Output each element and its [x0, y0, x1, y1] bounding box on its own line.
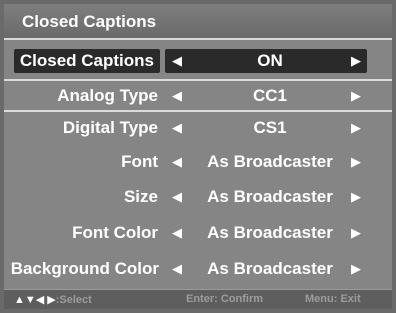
- row-label: Size: [123, 187, 158, 206]
- row-value: CC1: [252, 86, 287, 105]
- arrow-right-icon[interactable]: ▶: [351, 119, 361, 137]
- nav-arrows-icon: ▲▼◀ ▶: [14, 294, 56, 306]
- menu-row-analog-type[interactable]: Analog Type ◀ CC1 ▶: [4, 81, 392, 111]
- row-label: Font: [121, 152, 158, 171]
- row-value: As Broadcaster: [207, 187, 333, 206]
- row-value: As Broadcaster: [207, 223, 333, 242]
- confirm-hint: Enter: Confirm: [186, 293, 263, 305]
- row-value: As Broadcaster: [207, 152, 333, 171]
- menu-row-font-color[interactable]: Font Color ◀ As Broadcaster ▶: [4, 218, 392, 248]
- arrow-right-icon[interactable]: ▶: [351, 224, 361, 242]
- row-value: CS1: [253, 118, 287, 137]
- menu-row-font[interactable]: Font ◀ As Broadcaster ▶: [4, 147, 392, 177]
- row-value: As Broadcaster: [207, 259, 333, 278]
- arrow-left-icon[interactable]: ◀: [172, 260, 182, 278]
- menu-row-background-color[interactable]: Background Color ◀ As Broadcaster ▶: [4, 254, 392, 284]
- menu-row-closed-captions[interactable]: Closed Captions ◀ ON ▶: [4, 46, 392, 76]
- select-hint: ▲▼◀ ▶:Select: [14, 293, 92, 306]
- arrow-left-icon[interactable]: ◀: [172, 224, 182, 242]
- arrow-right-icon[interactable]: ▶: [351, 87, 361, 105]
- row-label: Digital Type: [62, 118, 158, 137]
- row-label: Font Color: [72, 223, 158, 242]
- footer-hints: ▲▼◀ ▶:Select Enter: Confirm Menu: Exit: [4, 289, 392, 309]
- row-label: Closed Captions: [13, 49, 160, 73]
- menu-title: Closed Captions: [22, 12, 157, 31]
- exit-hint: Menu: Exit: [305, 293, 361, 305]
- row-label: Background Color: [10, 259, 159, 278]
- arrow-right-icon[interactable]: ▶: [351, 260, 361, 278]
- arrow-left-icon[interactable]: ◀: [172, 119, 182, 137]
- arrow-left-icon[interactable]: ◀: [172, 188, 182, 206]
- separator: [4, 110, 392, 112]
- arrow-left-icon[interactable]: ◀: [172, 153, 182, 171]
- select-hint-label: :Select: [55, 294, 92, 306]
- arrow-left-icon[interactable]: ◀: [172, 87, 182, 105]
- arrow-right-icon[interactable]: ▶: [351, 188, 361, 206]
- arrow-right-icon[interactable]: ▶: [351, 52, 361, 70]
- arrow-right-icon[interactable]: ▶: [351, 153, 361, 171]
- menu-row-size[interactable]: Size ◀ As Broadcaster ▶: [4, 182, 392, 212]
- row-value: ON: [257, 51, 283, 70]
- arrow-left-icon[interactable]: ◀: [172, 52, 182, 70]
- menu-row-digital-type[interactable]: Digital Type ◀ CS1 ▶: [4, 113, 392, 143]
- row-label: Analog Type: [57, 86, 158, 105]
- title-bar: Closed Captions: [4, 4, 392, 40]
